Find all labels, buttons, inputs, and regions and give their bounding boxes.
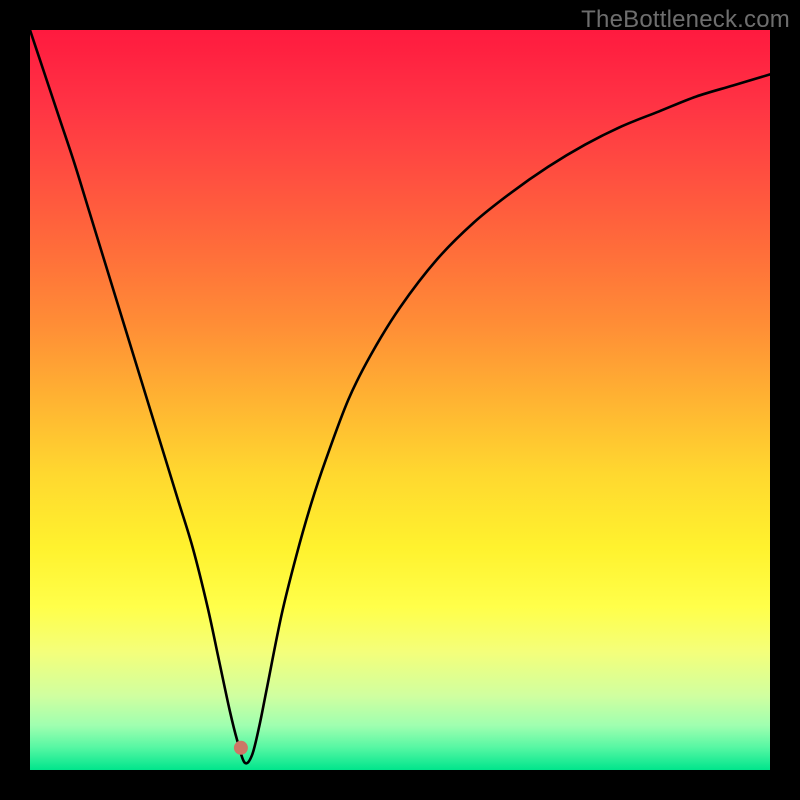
plot-area	[30, 30, 770, 770]
chart-frame: TheBottleneck.com	[0, 0, 800, 800]
bottleneck-chart	[30, 30, 770, 770]
optimal-point-marker	[234, 741, 248, 755]
gradient-background	[30, 30, 770, 770]
